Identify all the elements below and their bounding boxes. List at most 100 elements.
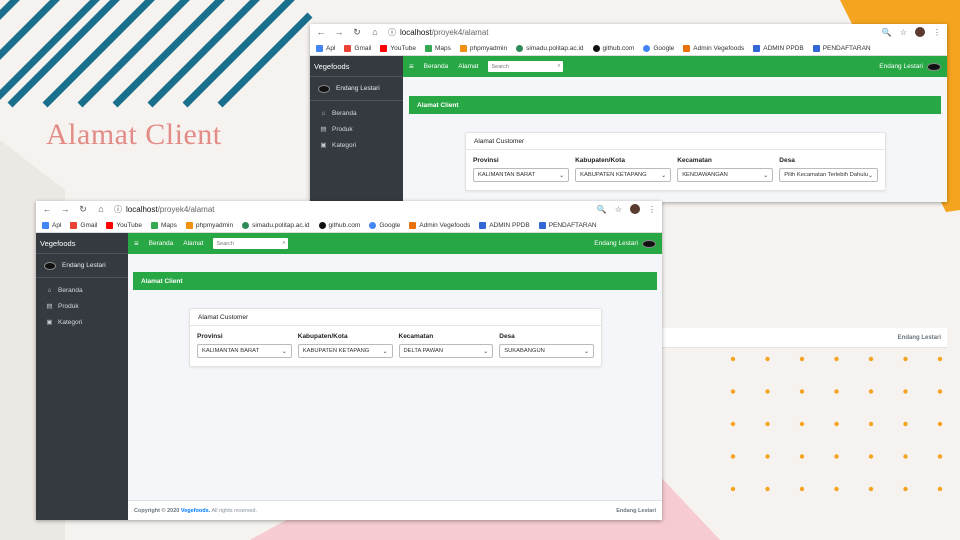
nav-link-alamat[interactable]: Alamat [183,240,203,247]
select-kecamatan[interactable]: DELTA PAWAN ⌄ [398,344,494,358]
navbar-user[interactable]: Endang Lestari [594,239,656,248]
search-icon[interactable]: ⌕ [282,240,285,247]
bookmark-youtube[interactable]: YouTube [106,221,142,229]
select-desa[interactable]: Pilih Kecamatan Terlebih Dahulu ⌄ [779,168,878,182]
vegefoods-icon [683,44,691,52]
zoom-icon[interactable]: 🔍 [597,205,607,214]
navbar-user[interactable]: Endang Lestari [879,62,941,71]
pendaftaran-icon [812,44,820,52]
vegefoods-icon [409,221,417,229]
select-kecamatan[interactable]: KENDAWANGAN ⌄ [677,168,774,182]
apps-grid-icon [42,221,49,229]
hamburger-icon[interactable]: ≡ [134,239,139,248]
nav-link-beranda[interactable]: Beranda [424,63,449,70]
bookmark-admin-ppdb[interactable]: ADMIN PPDB [753,44,804,52]
chevron-down-icon: ⌄ [867,172,873,179]
sidebar-user[interactable]: Endang Lestari [310,77,403,101]
sidebar-item-beranda[interactable]: ⌂ Beranda [36,282,128,298]
zoom-icon[interactable]: 🔍 [882,28,892,37]
bookmark-simadu[interactable]: simadu.politap.ac.id [242,221,310,229]
bookmark-phpmyadmin[interactable]: phpmyadmin [459,44,507,52]
decorative-dot [903,356,908,362]
bookmark-maps[interactable]: Maps [150,221,177,229]
decorative-dot [799,356,805,362]
decorative-dot [903,486,908,492]
ppdb-icon [753,44,761,52]
select-desa[interactable]: SUKABANGUN ⌄ [499,344,594,358]
decorative-dot [765,421,770,427]
sidebar-item-produk[interactable]: ▤ Produk [36,298,128,314]
sidebar-menu: ⌂ Beranda ▤ Produk ▣ Kategori [36,278,128,330]
reload-icon[interactable]: ↻ [352,27,362,38]
select-provinsi[interactable]: KALIMANTAN BARAT ⌄ [197,344,292,358]
brand-logo[interactable]: Vegefoods [310,56,403,77]
youtube-icon [106,221,114,229]
forward-icon[interactable]: → [60,204,70,214]
hamburger-icon[interactable]: ≡ [409,62,414,71]
decorative-dot [799,421,805,427]
bookmarks-bar: Apl Gmail YouTube Maps phpmyadmin simadu… [310,40,947,56]
back-icon[interactable]: ← [42,204,52,214]
nav-link-alamat[interactable]: Alamat [458,63,478,70]
sidebar-item-beranda[interactable]: ⌂ Beranda [310,105,403,121]
home-icon[interactable]: ⌂ [370,27,380,37]
kebab-menu-icon[interactable]: ⋮ [648,205,656,214]
bookmark-pendaftaran[interactable]: PENDAFTARAN [538,221,597,229]
profile-avatar[interactable] [915,27,925,37]
sidebar-user-name: Endang Lestari [62,262,106,269]
bookmark-maps[interactable]: Maps [424,44,451,52]
footer-brand-link[interactable]: Vegefoods. [181,508,210,514]
bookmark-apps[interactable]: Apl [316,44,335,52]
bookmark-admin-vegefoods[interactable]: Admin Vegefoods [409,221,470,229]
bookmark-google[interactable]: Google [643,44,674,52]
decorative-dot [903,389,908,394]
screenshot-front: ← → ↻ ⌂ ⓘ localhost/proyek4/alamat 🔍 ☆ ⋮… [36,201,662,520]
back-icon[interactable]: ← [316,27,326,37]
search-input[interactable]: Search ⌕ [488,61,564,72]
decorative-dot [937,486,943,492]
address-bar[interactable]: ⓘ localhost/proyek4/alamat [388,27,874,38]
decorative-dot [730,389,736,394]
bookmark-github[interactable]: github.com [318,221,360,229]
sidebar: Vegefoods Endang Lestari ⌂ Beranda ▤ Produ… [310,56,403,202]
home-icon[interactable]: ⌂ [96,204,106,214]
image-icon: ▣ [320,142,327,149]
reload-icon[interactable]: ↻ [78,204,88,215]
sidebar-user-name: Endang Lestari [336,85,380,92]
search-icon[interactable]: ⌕ [557,63,560,70]
select-kabupaten[interactable]: KABUPATEN KETAPANG ⌄ [297,344,393,358]
url-host: localhost [400,27,432,37]
decorative-dot [834,389,839,394]
address-fields: Provinsi KALIMANTAN BARAT ⌄ Kabupaten/Kota… [466,150,885,182]
sidebar-user[interactable]: Endang Lestari [36,254,128,278]
kebab-menu-icon[interactable]: ⋮ [933,28,941,37]
search-input[interactable]: Search ⌕ [213,238,289,249]
bookmark-google[interactable]: Google [369,221,400,229]
nav-link-beranda[interactable]: Beranda [149,240,174,247]
decorative-dot [730,356,736,362]
star-icon[interactable]: ☆ [615,205,622,214]
bookmark-admin-vegefoods[interactable]: Admin Vegefoods [683,44,744,52]
brand-logo[interactable]: Vegefoods [36,233,128,254]
bookmark-admin-ppdb[interactable]: ADMIN PPDB [479,221,530,229]
bookmark-gmail[interactable]: Gmail [70,221,97,229]
bookmark-apps[interactable]: Apl [42,221,61,229]
forward-icon[interactable]: → [334,27,344,37]
profile-avatar[interactable] [630,204,640,214]
address-bar[interactable]: ⓘ localhost/proyek4/alamat [114,204,589,215]
sidebar-item-kategori[interactable]: ▣ Kategori [310,137,403,153]
bookmark-github[interactable]: github.com [592,44,634,52]
select-provinsi[interactable]: KALIMANTAN BARAT ⌄ [473,168,570,182]
bookmark-phpmyadmin[interactable]: phpmyadmin [185,221,233,229]
sidebar-item-kategori[interactable]: ▣ Kategori [36,314,128,330]
bookmark-pendaftaran[interactable]: PENDAFTARAN [812,44,871,52]
footer-copyright: Copyright © 2020 Vegefoods. All rights r… [134,507,257,514]
bookmark-gmail[interactable]: Gmail [344,44,371,52]
label-desa: Desa [779,157,795,164]
select-kabupaten[interactable]: KABUPATEN KETAPANG ⌄ [575,168,672,182]
bookmark-simadu[interactable]: simadu.politap.ac.id [516,44,584,52]
star-icon[interactable]: ☆ [900,28,907,37]
sidebar-item-produk[interactable]: ▤ Produk [310,121,403,137]
bookmark-youtube[interactable]: YouTube [380,44,416,52]
url-path: /proyek4/alamat [157,204,215,214]
